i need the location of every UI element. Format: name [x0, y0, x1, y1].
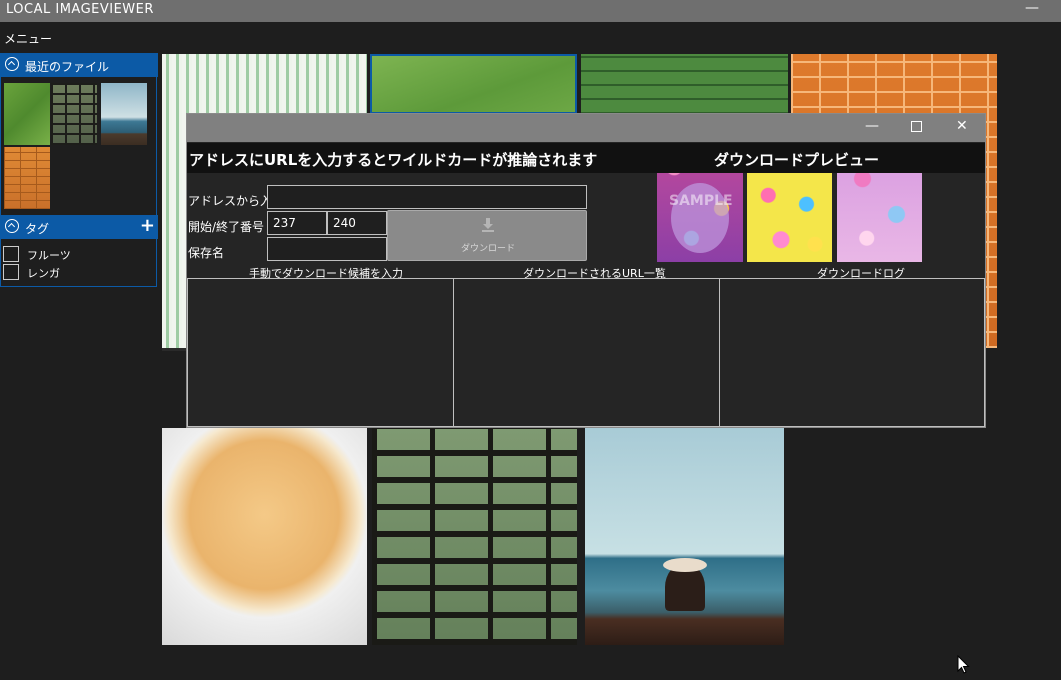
tag-label: レンガ: [27, 267, 60, 280]
end-number-input[interactable]: 240: [327, 211, 387, 235]
sidebar: 最近のファイル タグ + フルーツ レンガ: [0, 53, 158, 287]
recent-thumb-green-texture[interactable]: [4, 83, 50, 145]
recent-thumb-beach-woman[interactable]: [101, 83, 147, 145]
start-number-input[interactable]: 237: [267, 211, 327, 235]
preview-image-flower-yellow[interactable]: [747, 173, 832, 262]
gallery-tile-orange-slice[interactable]: [162, 428, 367, 645]
download-button[interactable]: ダウンロード: [387, 210, 587, 261]
sun-hat: [663, 558, 707, 572]
tag-checkbox[interactable]: [3, 246, 19, 262]
download-button-label: ダウンロード: [460, 244, 515, 254]
range-label: 開始/終了番号: [188, 220, 265, 234]
save-name-label: 保存名: [188, 246, 225, 260]
dialog-title-bar: — ✕: [187, 114, 985, 142]
tags-header[interactable]: タグ +: [1, 215, 158, 239]
download-icon: [482, 218, 494, 232]
collapse-chevron-icon[interactable]: [5, 57, 19, 71]
preview-title: ダウンロードプレビュー: [714, 151, 880, 169]
minimize-button[interactable]: —: [1025, 0, 1039, 16]
tags-label: タグ: [25, 222, 50, 236]
manual-input-textarea[interactable]: [187, 278, 454, 427]
recent-files-label: 最近のファイル: [25, 60, 110, 74]
menu-bar: メニュー: [0, 22, 1061, 52]
gallery-tile-green-brick[interactable]: [372, 428, 577, 645]
gallery-tile-green-wood[interactable]: [581, 54, 788, 114]
download-dialog: — ✕ アドレスにURLを入力するとワイルドカードが推論されます SAMPLE …: [186, 113, 986, 428]
collapse-chevron-icon[interactable]: [5, 219, 19, 233]
gallery-tile-green-paper[interactable]: [370, 54, 577, 114]
save-name-input[interactable]: [267, 237, 387, 261]
dialog-maximize-button[interactable]: [911, 121, 922, 132]
add-tag-icon[interactable]: +: [140, 215, 155, 236]
preview-title-bar: ダウンロードプレビュー: [657, 143, 985, 173]
tag-checkbox[interactable]: [3, 264, 19, 280]
recent-thumb-orange-brick[interactable]: [4, 147, 50, 209]
tag-label: フルーツ: [27, 249, 71, 262]
dialog-heading: アドレスにURLを入力するとワイルドカードが推論されます: [189, 151, 598, 169]
mouse-cursor-icon: [957, 655, 970, 674]
app-title-bar: LOCAL IMAGEVIEWER —: [0, 0, 1061, 22]
recent-files-header[interactable]: 最近のファイル: [1, 53, 158, 77]
sample-watermark: SAMPLE: [669, 193, 733, 209]
download-log-panel[interactable]: [719, 278, 985, 427]
dialog-heading-bar: アドレスにURLを入力するとワイルドカードが推論されます: [187, 143, 657, 173]
url-list-panel[interactable]: [453, 278, 720, 427]
app-title: LOCAL IMAGEVIEWER: [6, 2, 154, 17]
recent-thumb-green-brick[interactable]: [51, 83, 97, 145]
address-input[interactable]: [267, 185, 587, 209]
menu-button[interactable]: メニュー: [4, 30, 52, 47]
gallery-tile-beach-woman[interactable]: [585, 428, 784, 645]
dialog-close-button[interactable]: ✕: [956, 118, 968, 134]
dialog-minimize-button[interactable]: —: [865, 118, 879, 134]
